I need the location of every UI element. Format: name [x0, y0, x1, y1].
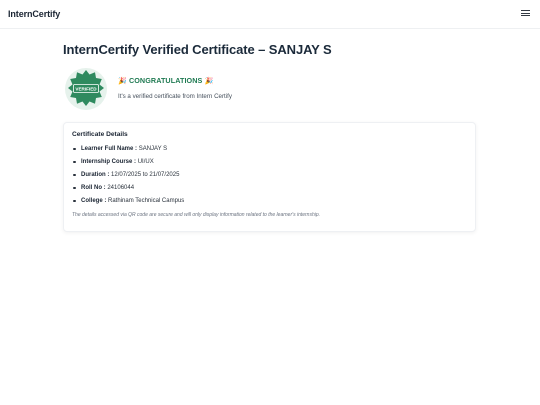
- detail-label: Duration :: [81, 172, 110, 178]
- bullet-icon: [73, 147, 76, 151]
- detail-label: Internship Course :: [81, 159, 137, 165]
- brand-logo[interactable]: InternCertify: [8, 9, 60, 19]
- detail-duration: Duration : 12/07/2025 to 21/07/2025: [72, 171, 184, 184]
- navbar: InternCertify: [0, 0, 540, 29]
- bullet-icon: [73, 199, 76, 203]
- badge-text: VERIFIED: [75, 86, 97, 91]
- menu-bar: [521, 10, 530, 12]
- detail-value: 12/07/2025 to 21/07/2025: [111, 172, 180, 178]
- page-title: InternCertify Verified Certificate – SAN…: [63, 42, 332, 57]
- certificate-details-card: Certificate Details Learner Full Name : …: [63, 122, 476, 232]
- detail-label: Learner Full Name :: [81, 146, 138, 152]
- detail-internship-course: Internship Course : UI/UX: [72, 158, 184, 171]
- party-popper-icon: 🎉: [204, 78, 214, 85]
- party-popper-icon: 🎉: [118, 78, 127, 85]
- congratulations-heading: 🎉 CONGRATULATIONS 🎉: [118, 76, 213, 85]
- detail-roll-no: Roll No : 24106044: [72, 184, 184, 197]
- detail-college: College : Rathinam Technical Campus: [72, 197, 184, 210]
- verified-badge-icon: VERIFIED: [64, 67, 108, 111]
- security-note: The details accessed via QR code are sec…: [72, 212, 321, 218]
- detail-label: College :: [81, 198, 107, 204]
- detail-label: Roll No :: [81, 185, 106, 191]
- detail-learner-name: Learner Full Name : SANJAY S: [72, 145, 184, 158]
- bullet-icon: [73, 186, 76, 190]
- detail-value: SANJAY S: [138, 146, 168, 152]
- menu-bar: [521, 15, 530, 17]
- detail-value: 24106044: [107, 185, 135, 191]
- details-list: Learner Full Name : SANJAY S Internship …: [72, 145, 184, 210]
- verification-subtext: It's a verified certificate from Intern …: [118, 93, 232, 100]
- menu-bar: [521, 12, 530, 14]
- detail-value: UI/UX: [137, 159, 154, 165]
- bullet-icon: [73, 160, 76, 164]
- detail-value: Rathinam Technical Campus: [108, 198, 185, 204]
- bullet-icon: [73, 173, 76, 177]
- congratulations-text: CONGRATULATIONS: [128, 76, 203, 85]
- card-title: Certificate Details: [72, 131, 128, 138]
- hamburger-menu-icon[interactable]: [521, 9, 530, 17]
